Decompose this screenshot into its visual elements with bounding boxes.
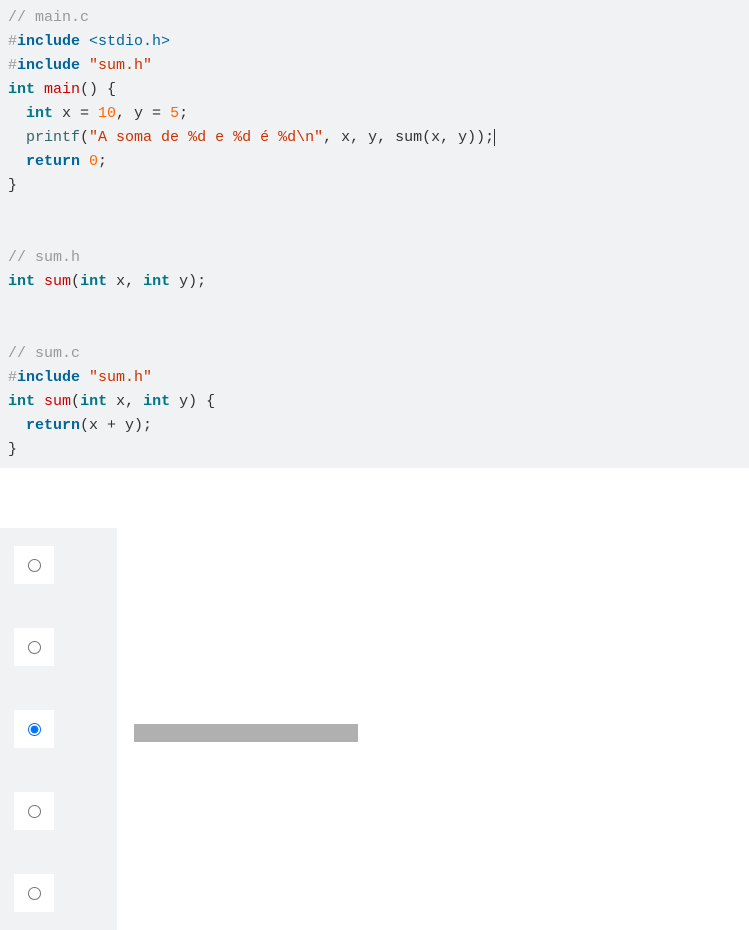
code-comment: // main.c <box>8 9 89 26</box>
radio-wrap <box>14 710 54 748</box>
option-e[interactable] <box>14 874 117 912</box>
option-b[interactable] <box>14 628 117 666</box>
option-d[interactable] <box>14 792 117 830</box>
radio-wrap <box>14 628 54 666</box>
radio-wrap <box>14 546 54 584</box>
radio-a[interactable] <box>28 559 41 572</box>
code-comment: // sum.h <box>8 249 80 266</box>
radio-d[interactable] <box>28 805 41 818</box>
option-a[interactable] <box>14 546 117 584</box>
radio-b[interactable] <box>28 641 41 654</box>
radio-wrap <box>14 792 54 830</box>
radio-wrap <box>14 874 54 912</box>
radio-c[interactable] <box>28 723 41 736</box>
code-comment: // sum.c <box>8 345 80 362</box>
option-label-placeholder <box>134 724 358 742</box>
option-c[interactable] <box>14 710 117 748</box>
code-block: // main.c #include <stdio.h> #include "s… <box>0 0 749 468</box>
options-group <box>0 528 117 930</box>
radio-e[interactable] <box>28 887 41 900</box>
